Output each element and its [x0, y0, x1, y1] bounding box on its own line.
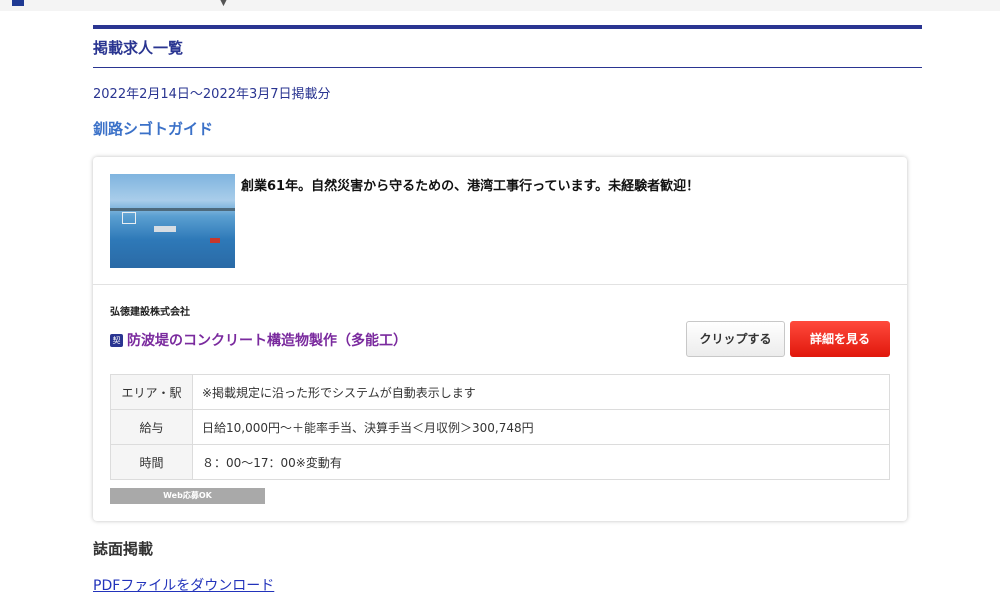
job-title-link[interactable]: 防波堤のコンクリート構造物製作（多能工） [127, 330, 407, 350]
table-row: 給与 日給10,000円～＋能率手当、決算手当＜月収例＞300,748円 [110, 409, 890, 445]
table-value: 日給10,000円～＋能率手当、決算手当＜月収例＞300,748円 [192, 409, 890, 445]
divider [93, 67, 922, 68]
photo-rig [122, 212, 136, 224]
job-info-table: エリア・駅 ※掲載規定に沿った形でシステムが自動表示します 給与 日給10,00… [110, 374, 890, 480]
job-photo[interactable] [110, 174, 235, 268]
print-section-heading: 誌面掲載 [93, 540, 154, 558]
photo-dock [154, 226, 176, 232]
company-name: 弘徳建設株式会社 [110, 307, 190, 318]
pdf-download-link[interactable]: PDFファイルをダウンロード [93, 575, 274, 595]
page-title: 掲載求人一覧 [93, 39, 184, 57]
job-card: 創業61年。自然災害から守るための、港湾工事行っています。未経験者歓迎！ 弘徳建… [93, 157, 907, 521]
table-key: 給与 [110, 409, 193, 445]
listing-period: 2022年2月14日～2022年3月7日掲載分 [93, 87, 331, 102]
web-apply-badge: Web応募OK [110, 488, 265, 504]
table-key: エリア・駅 [110, 374, 193, 410]
job-title-row[interactable]: 契 防波堤のコンクリート構造物製作（多能工） [110, 330, 407, 350]
detail-button[interactable]: 詳細を見る [790, 321, 890, 357]
photo-boat [210, 238, 220, 243]
calendar-icon[interactable] [12, 0, 24, 6]
table-value: ８：00～17：00※変動有 [192, 444, 890, 480]
job-catch-copy[interactable]: 創業61年。自然災害から守るための、港湾工事行っています。未経験者歓迎！ [241, 175, 699, 194]
card-divider [93, 284, 907, 285]
table-row: エリア・駅 ※掲載規定に沿った形でシステムが自動表示します [110, 374, 890, 410]
photo-shoreline [110, 208, 235, 211]
clip-button[interactable]: クリップする [686, 321, 785, 357]
table-row: 時間 ８：00～17：00※変動有 [110, 444, 890, 480]
table-key: 時間 [110, 444, 193, 480]
source-link[interactable]: 釧路シゴトガイド [93, 118, 213, 139]
heading-accent-bar [93, 25, 922, 29]
contract-badge-icon: 契 [110, 333, 123, 347]
browser-top-strip: ▼ [0, 0, 1000, 11]
table-value: ※掲載規定に沿った形でシステムが自動表示します [192, 374, 890, 410]
chevron-down-icon[interactable]: ▼ [220, 0, 227, 8]
